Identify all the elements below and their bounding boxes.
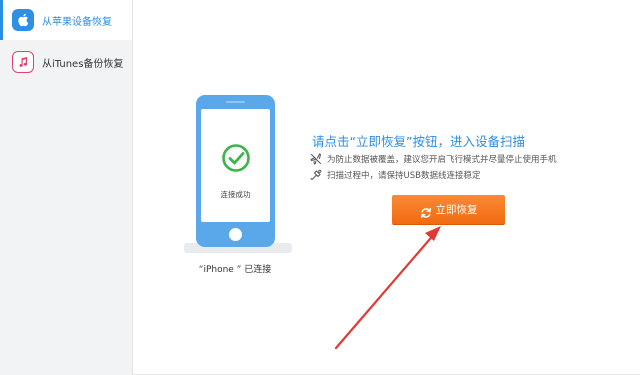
phone-screen: 连接成功 bbox=[201, 109, 270, 222]
music-note-icon bbox=[12, 51, 34, 73]
apple-icon bbox=[12, 9, 34, 31]
sidebar-item-label: 从苹果设备恢复 bbox=[42, 16, 112, 28]
sidebar: 从苹果设备恢复 从iTunes备份恢复 bbox=[0, 0, 133, 375]
sidebar-item-label: 从iTunes备份恢复 bbox=[42, 58, 124, 70]
phone-illustration: 连接成功 bbox=[180, 95, 292, 255]
app-window: 从苹果设备恢复 从iTunes备份恢复 连接成功 “iPhone ” 已连接 请… bbox=[0, 0, 640, 375]
refresh-icon bbox=[420, 204, 432, 218]
tip-airplane-mode: 为防止数据被覆盖，建议您开启飞行模式并尽量停止使用手机 bbox=[310, 153, 557, 165]
sidebar-item-apple-device-restore[interactable]: 从苹果设备恢复 bbox=[0, 0, 132, 40]
phone-home-button bbox=[229, 228, 242, 241]
phone-body: 连接成功 bbox=[196, 95, 275, 247]
tip-text: 为防止数据被覆盖，建议您开启飞行模式并尽量停止使用手机 bbox=[327, 155, 557, 165]
airplane-icon bbox=[310, 153, 322, 165]
connection-status: 连接成功 bbox=[220, 190, 251, 199]
restore-now-button[interactable]: 立即恢复 bbox=[392, 195, 505, 224]
usb-icon bbox=[310, 169, 322, 181]
tip-usb-connection: 扫描过程中，请保持USB数据线连接稳定 bbox=[310, 169, 480, 181]
instruction-headline: 请点击“立即恢复”按钮，进入设备扫描 bbox=[312, 134, 525, 149]
restore-now-label: 立即恢复 bbox=[435, 204, 478, 216]
sidebar-item-itunes-backup-restore[interactable]: 从iTunes备份恢复 bbox=[0, 42, 132, 82]
phone-speaker bbox=[226, 101, 245, 103]
check-circle-icon bbox=[221, 143, 251, 173]
device-connected-caption: “iPhone ” 已连接 bbox=[198, 265, 272, 275]
tip-text: 扫描过程中，请保持USB数据线连接稳定 bbox=[327, 171, 481, 181]
